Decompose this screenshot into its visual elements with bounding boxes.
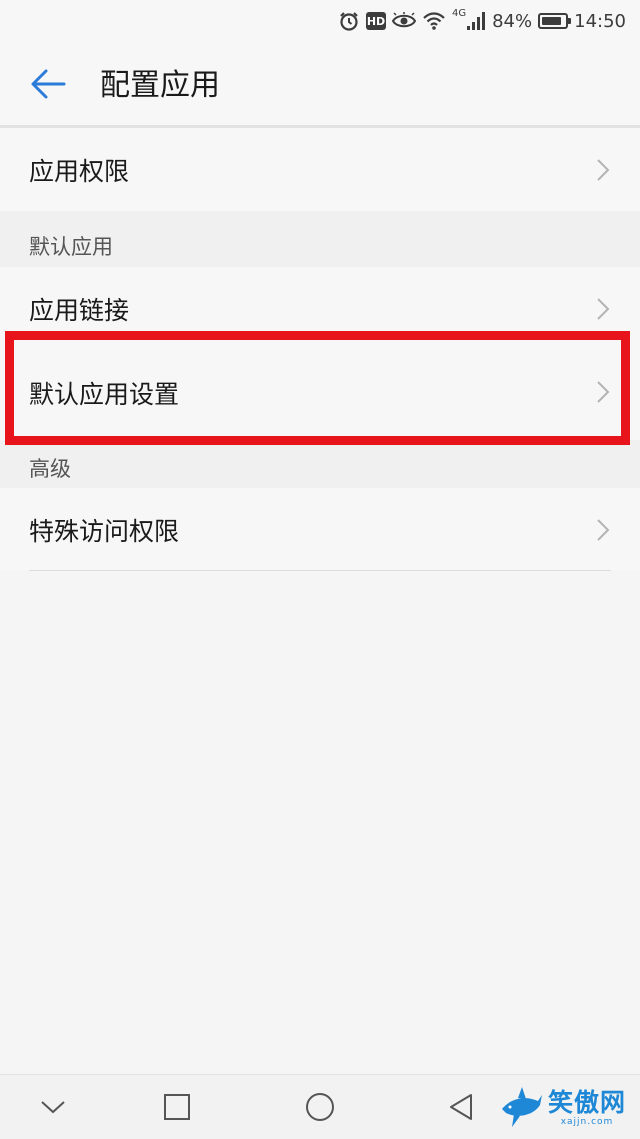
hide-nav-button[interactable]: [35, 1089, 71, 1125]
back-button[interactable]: [22, 64, 74, 108]
section-label: 高级: [29, 457, 71, 481]
row-label: 特殊访问权限: [29, 517, 180, 546]
recents-button[interactable]: [159, 1089, 195, 1125]
row-app-permissions[interactable]: 应用权限: [0, 128, 640, 211]
page-title: 配置应用: [100, 68, 220, 103]
alarm-icon: [338, 10, 360, 32]
square-icon: [164, 1094, 190, 1120]
circle-icon: [306, 1093, 334, 1121]
signal-icon: [466, 11, 486, 31]
eye-comfort-icon: [391, 12, 416, 30]
section-header-default-apps: 默认应用: [0, 211, 640, 267]
status-icons: HD 4G 84% 14:50: [338, 8, 626, 34]
watermark: 笑傲网 xajjn.com: [500, 1078, 640, 1138]
row-default-app-settings[interactable]: 默认应用设置: [0, 349, 640, 440]
row-label: 应用权限: [29, 157, 130, 186]
clock: 14:50: [574, 10, 626, 32]
watermark-url: xajjn.com: [560, 1117, 614, 1127]
watermark-text: 笑傲网 xajjn.com: [548, 1088, 627, 1128]
watermark-title: 笑傲网: [548, 1088, 627, 1117]
chevron-right-icon: [597, 159, 610, 181]
arrow-left-icon: [30, 68, 66, 104]
battery-level: [542, 17, 561, 25]
row-special-access[interactable]: 特殊访问权限: [0, 488, 640, 570]
back-nav-button[interactable]: [443, 1089, 479, 1125]
battery-icon: [538, 13, 572, 29]
divider: [29, 570, 611, 571]
row-label: 应用链接: [29, 296, 130, 325]
status-bar: HD 4G 84% 14:50: [0, 0, 640, 42]
shark-logo-icon: [502, 1087, 542, 1127]
row-app-links[interactable]: 应用链接: [0, 267, 640, 349]
home-button[interactable]: [302, 1089, 338, 1125]
wifi-icon: [422, 11, 446, 31]
triangle-back-icon: [450, 1094, 472, 1120]
network-type-label: 4G: [451, 7, 467, 19]
chevron-right-icon: [597, 381, 610, 403]
row-label: 默认应用设置: [29, 380, 180, 409]
chevron-down-icon: [41, 1101, 65, 1114]
section-header-advanced: 高级: [0, 440, 640, 488]
battery-percent: 84%: [492, 10, 533, 32]
section-label: 默认应用: [29, 235, 113, 259]
app-header: 配置应用: [0, 42, 640, 128]
chevron-right-icon: [597, 519, 610, 541]
hd-icon: HD: [365, 12, 386, 30]
chevron-right-icon: [597, 298, 610, 320]
